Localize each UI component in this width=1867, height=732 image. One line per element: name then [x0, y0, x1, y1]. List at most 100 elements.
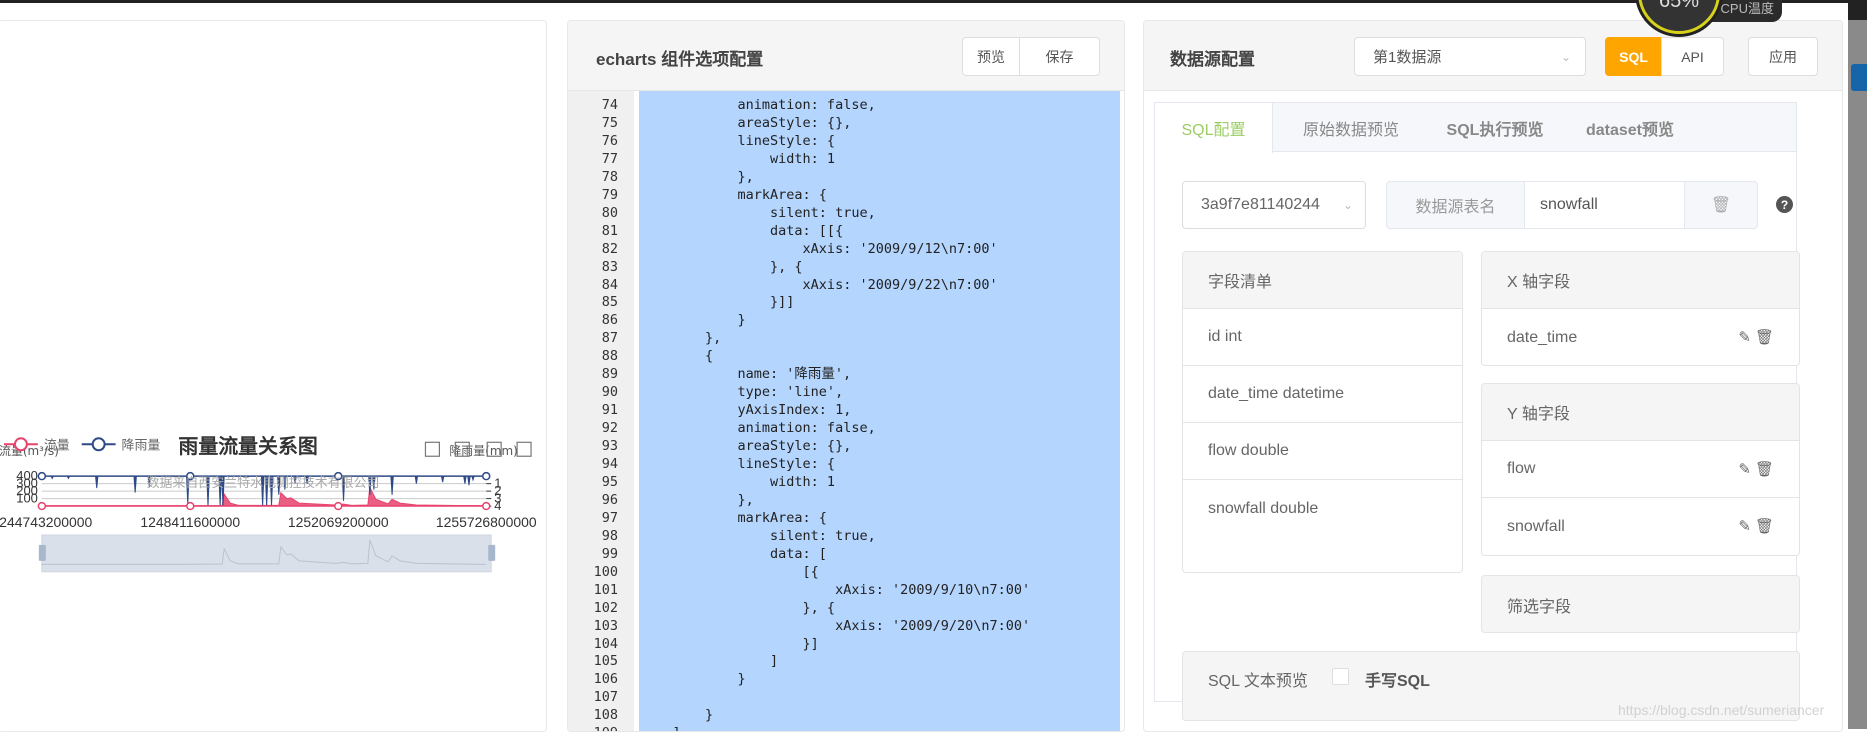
trash-icon[interactable]: 🗑	[1685, 182, 1757, 228]
tab-raw-data-preview[interactable]: 原始数据预览	[1281, 103, 1421, 152]
code-text: name: '降雨量',	[640, 366, 852, 383]
rain-series-spike	[94, 475, 99, 489]
code-line[interactable]: 100 [{	[568, 563, 1124, 581]
editor-title: echarts 组件选项配置	[596, 50, 764, 69]
code-line[interactable]: 98 silent: true,	[568, 527, 1124, 545]
code-line[interactable]: 90 type: 'line',	[568, 383, 1124, 401]
code-text: xAxis: '2009/9/20\n7:00'	[640, 617, 1031, 634]
line-number: 106	[593, 671, 618, 688]
help-icon[interactable]: ?	[1776, 196, 1793, 213]
trash-icon[interactable]: 🗑	[1755, 328, 1774, 346]
code-line[interactable]: 91 yAxisIndex: 1,	[568, 401, 1124, 419]
code-line[interactable]: 102 }, {	[568, 599, 1124, 617]
tab-bar: SQL配置 原始数据预览 SQL执行预览 dataset预览	[1155, 103, 1796, 153]
code-line[interactable]: 86 }	[568, 311, 1124, 329]
code-line[interactable]: 74 animation: false,	[568, 96, 1124, 114]
line-number: 96	[601, 491, 618, 508]
code-line[interactable]: 94 lineStyle: {	[568, 455, 1124, 473]
line-number: 90	[601, 384, 618, 401]
datasource-select[interactable]: 第1数据源 ⌄	[1354, 37, 1586, 76]
chevron-down-icon: ⌄	[1342, 198, 1353, 212]
code-line[interactable]: 89 name: '降雨量',	[568, 365, 1124, 383]
line-number: 103	[593, 617, 618, 634]
code-line[interactable]: 84 xAxis: '2009/9/22\n7:00'	[568, 276, 1124, 294]
field-list-card: 字段清单 id int date_time datetime flow doub…	[1182, 251, 1463, 573]
database-select[interactable]: 3a9f7e81140244 ⌄	[1182, 181, 1366, 229]
code-line[interactable]: 79 markArea: {	[568, 186, 1124, 204]
code-line[interactable]: 107	[568, 688, 1124, 706]
code-line[interactable]: 101 xAxis: '2009/9/10\n7:00'	[568, 581, 1124, 599]
field-item[interactable]: id int	[1183, 309, 1462, 366]
code-text: }]]	[640, 294, 795, 311]
code-line[interactable]: 92 animation: false,	[568, 419, 1124, 437]
code-text: },	[640, 491, 754, 508]
line-number: 109	[568, 724, 618, 731]
code-line[interactable]: 75 areaStyle: {},	[568, 114, 1124, 132]
table-name-label: 数据源表名	[1415, 199, 1496, 216]
datazoom-handle[interactable]	[38, 544, 46, 561]
code-text: }, {	[640, 258, 803, 275]
code-line[interactable]: 96 },	[568, 491, 1124, 509]
code-line[interactable]: 99 data: [	[568, 545, 1124, 563]
code-line[interactable]: 76 lineStyle: {	[568, 132, 1124, 150]
datazoom-handle[interactable]	[488, 544, 496, 561]
field-item[interactable]: flow double	[1183, 423, 1462, 480]
field-item[interactable]: snowfall double	[1183, 480, 1462, 537]
trash-icon[interactable]: 🗑	[1755, 460, 1774, 478]
code-line[interactable]: 85 }]]	[568, 293, 1124, 311]
code-line[interactable]: 109 ]	[568, 724, 1124, 731]
code-line[interactable]: 104 }]	[568, 635, 1124, 653]
code-line[interactable]: 105 ]	[568, 652, 1124, 670]
preview-button[interactable]: 预览	[962, 37, 1020, 76]
rain-marker	[37, 471, 47, 481]
table-name-input[interactable]: snowfall	[1524, 182, 1685, 228]
code-text: lineStyle: {	[640, 456, 836, 472]
code-line[interactable]: 81 data: [[{	[568, 222, 1124, 240]
line-number: 82	[601, 240, 618, 257]
side-tab[interactable]	[1851, 64, 1867, 91]
datazoom-slider[interactable]	[41, 534, 492, 573]
x-tick-label: 1255726800000	[436, 514, 537, 530]
code-line[interactable]: 108 }	[568, 706, 1124, 724]
save-image-icon[interactable]	[516, 441, 532, 457]
code-text: width: 1	[640, 473, 836, 490]
tab-sql-config[interactable]: SQL配置	[1155, 103, 1273, 153]
code-line[interactable]: 93 areaStyle: {},	[568, 437, 1124, 455]
line-number: 95	[601, 473, 618, 490]
trash-icon[interactable]: 🗑	[1755, 517, 1774, 535]
code-line[interactable]: 83 }, {	[568, 258, 1124, 276]
field-item[interactable]: date_time datetime	[1183, 366, 1462, 423]
edit-icon[interactable]: ✎	[1738, 328, 1751, 346]
code-line[interactable]: 87 },	[568, 329, 1124, 347]
edit-icon[interactable]: ✎	[1738, 460, 1751, 478]
handwrite-sql-checkbox[interactable]	[1332, 668, 1349, 685]
window-scrollbar[interactable]	[1848, 0, 1867, 729]
code-line[interactable]: 77 width: 1	[568, 150, 1124, 168]
code-line[interactable]: 97 markArea: {	[568, 509, 1124, 527]
code-text: xAxis: '2009/9/10\n7:00'	[640, 581, 1031, 598]
code-editor[interactable]: 74 animation: false, 75 areaStyle: {}, 76 …	[568, 91, 1124, 731]
tab-sql-exec-preview[interactable]: SQL执行预览	[1431, 103, 1559, 152]
code-text: ]	[640, 724, 681, 731]
sql-mode-button[interactable]: SQL	[1605, 37, 1662, 76]
code-line[interactable]: 78 },	[568, 168, 1124, 186]
api-mode-button[interactable]: API	[1661, 37, 1724, 76]
code-line[interactable]: 103 xAxis: '2009/9/20\n7:00'	[568, 617, 1124, 635]
code-line[interactable]: 88 {	[568, 347, 1124, 365]
filter-title: 筛选字段	[1482, 576, 1799, 632]
rain-series-spike	[414, 475, 419, 484]
tab-dataset-preview[interactable]: dataset预览	[1567, 103, 1693, 152]
apply-button[interactable]: 应用	[1748, 37, 1818, 76]
edit-icon[interactable]: ✎	[1738, 517, 1751, 535]
line-number: 100	[593, 563, 618, 580]
code-line[interactable]: 80 silent: true,	[568, 204, 1124, 222]
zoom-icon[interactable]	[424, 441, 440, 457]
code-line[interactable]: 95 width: 1	[568, 473, 1124, 491]
code-line[interactable]: 82 xAxis: '2009/9/12\n7:00'	[568, 240, 1124, 258]
window-edge	[1848, 0, 1867, 20]
save-button[interactable]: 保存	[1019, 37, 1100, 76]
line-number: 78	[601, 168, 618, 185]
code-line[interactable]: 106 }	[568, 670, 1124, 688]
line-number: 91	[601, 402, 618, 419]
filter-field-card: 筛选字段	[1481, 575, 1800, 633]
